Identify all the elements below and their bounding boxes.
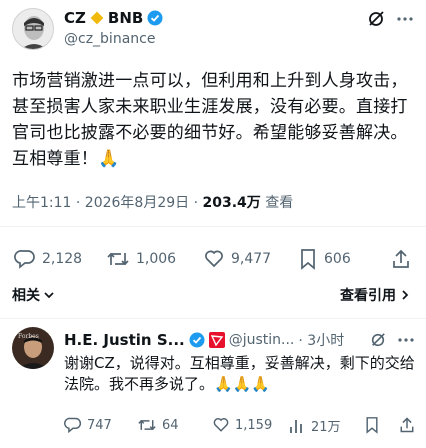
views-icon — [288, 417, 306, 435]
chevron-right-icon — [399, 289, 411, 301]
view-quotes-label: 查看引用 — [340, 288, 396, 304]
post-views-label: 查看 — [260, 195, 294, 211]
verified-badge-icon — [147, 10, 163, 26]
divider — [0, 318, 426, 319]
repost-icon — [137, 416, 157, 434]
view-quotes-link[interactable]: 查看引用 — [340, 285, 411, 305]
reply-more-icon[interactable] — [398, 338, 414, 342]
bookmark-button[interactable]: 606 — [298, 248, 351, 270]
like-button[interactable]: 9,477 — [203, 248, 271, 270]
reply-time[interactable]: · 3小时 — [298, 330, 344, 350]
svg-text:Forbes: Forbes — [18, 333, 39, 340]
reply-header: H.E. Justin S... @justin... · 3小时 — [64, 330, 344, 350]
more-icon[interactable] — [397, 17, 413, 21]
cz-avatar[interactable] — [12, 8, 54, 50]
tron-icon — [208, 332, 225, 348]
reply-author-name[interactable]: H.E. Justin S... — [64, 331, 185, 349]
reply-button[interactable]: 2,128 — [14, 248, 82, 270]
reply-repost-count: 64 — [162, 417, 179, 433]
bookmark-count: 606 — [324, 251, 351, 267]
like-icon — [212, 416, 230, 434]
reply-bookmark-icon[interactable] — [364, 416, 380, 434]
reply-share-icon[interactable] — [398, 416, 416, 434]
repost-button[interactable]: 1,006 — [106, 248, 176, 270]
reply-views-count: 21万 — [311, 420, 341, 435]
post-text: 市场营销激进一点可以，但利用和上升到人身攻击，甚至损害人家未来职业生涯发展，没有… — [12, 71, 408, 169]
chevron-down-icon — [43, 289, 55, 301]
like-count: 9,477 — [231, 251, 272, 267]
reply-icon — [64, 416, 82, 434]
reply-icon — [14, 248, 36, 270]
reply-like-count: 1,159 — [235, 417, 273, 433]
repost-icon — [106, 248, 130, 270]
reply-views-button[interactable]: 21万 — [288, 416, 341, 435]
reply-grok-icon[interactable] — [370, 332, 386, 348]
reply-like-button[interactable]: 1,159 — [212, 416, 272, 434]
reply-count: 2,128 — [42, 251, 83, 267]
related-link[interactable]: 相关 — [12, 285, 55, 305]
like-icon — [203, 248, 225, 270]
reply-reply-count: 747 — [87, 417, 112, 433]
post-timestamp[interactable]: 上午1:11 · 2026年8月29日 · — [12, 195, 203, 211]
author-handle[interactable]: @cz_binance — [64, 31, 155, 47]
share-icon[interactable] — [390, 248, 412, 270]
bookmark-icon — [298, 248, 318, 270]
author-name[interactable]: CZ — [64, 9, 86, 27]
grok-icon[interactable] — [367, 10, 385, 28]
verified-badge-icon — [189, 332, 205, 348]
author-line: CZ BNB — [64, 9, 163, 27]
justin-avatar[interactable]: Forbes — [12, 327, 54, 369]
related-label: 相关 — [12, 288, 40, 304]
reply-handle[interactable]: @justin... — [229, 332, 295, 348]
reply-repost-button[interactable]: 64 — [137, 416, 179, 434]
reply-reply-button[interactable]: 747 — [64, 416, 112, 434]
divider — [0, 226, 426, 227]
author-suffix: BNB — [107, 9, 144, 27]
post-views: 203.4万 — [202, 195, 261, 211]
post-meta: 上午1:11 · 2026年8月29日 · 203.4万 查看 — [12, 192, 293, 212]
repost-count: 1,006 — [136, 251, 177, 267]
reply-text: 谢谢CZ，说得对。互相尊重，妥善解决，剩下的交给法院。我不再多说了。🙏🙏🙏 — [64, 354, 415, 393]
bnb-diamond-icon — [90, 11, 104, 25]
